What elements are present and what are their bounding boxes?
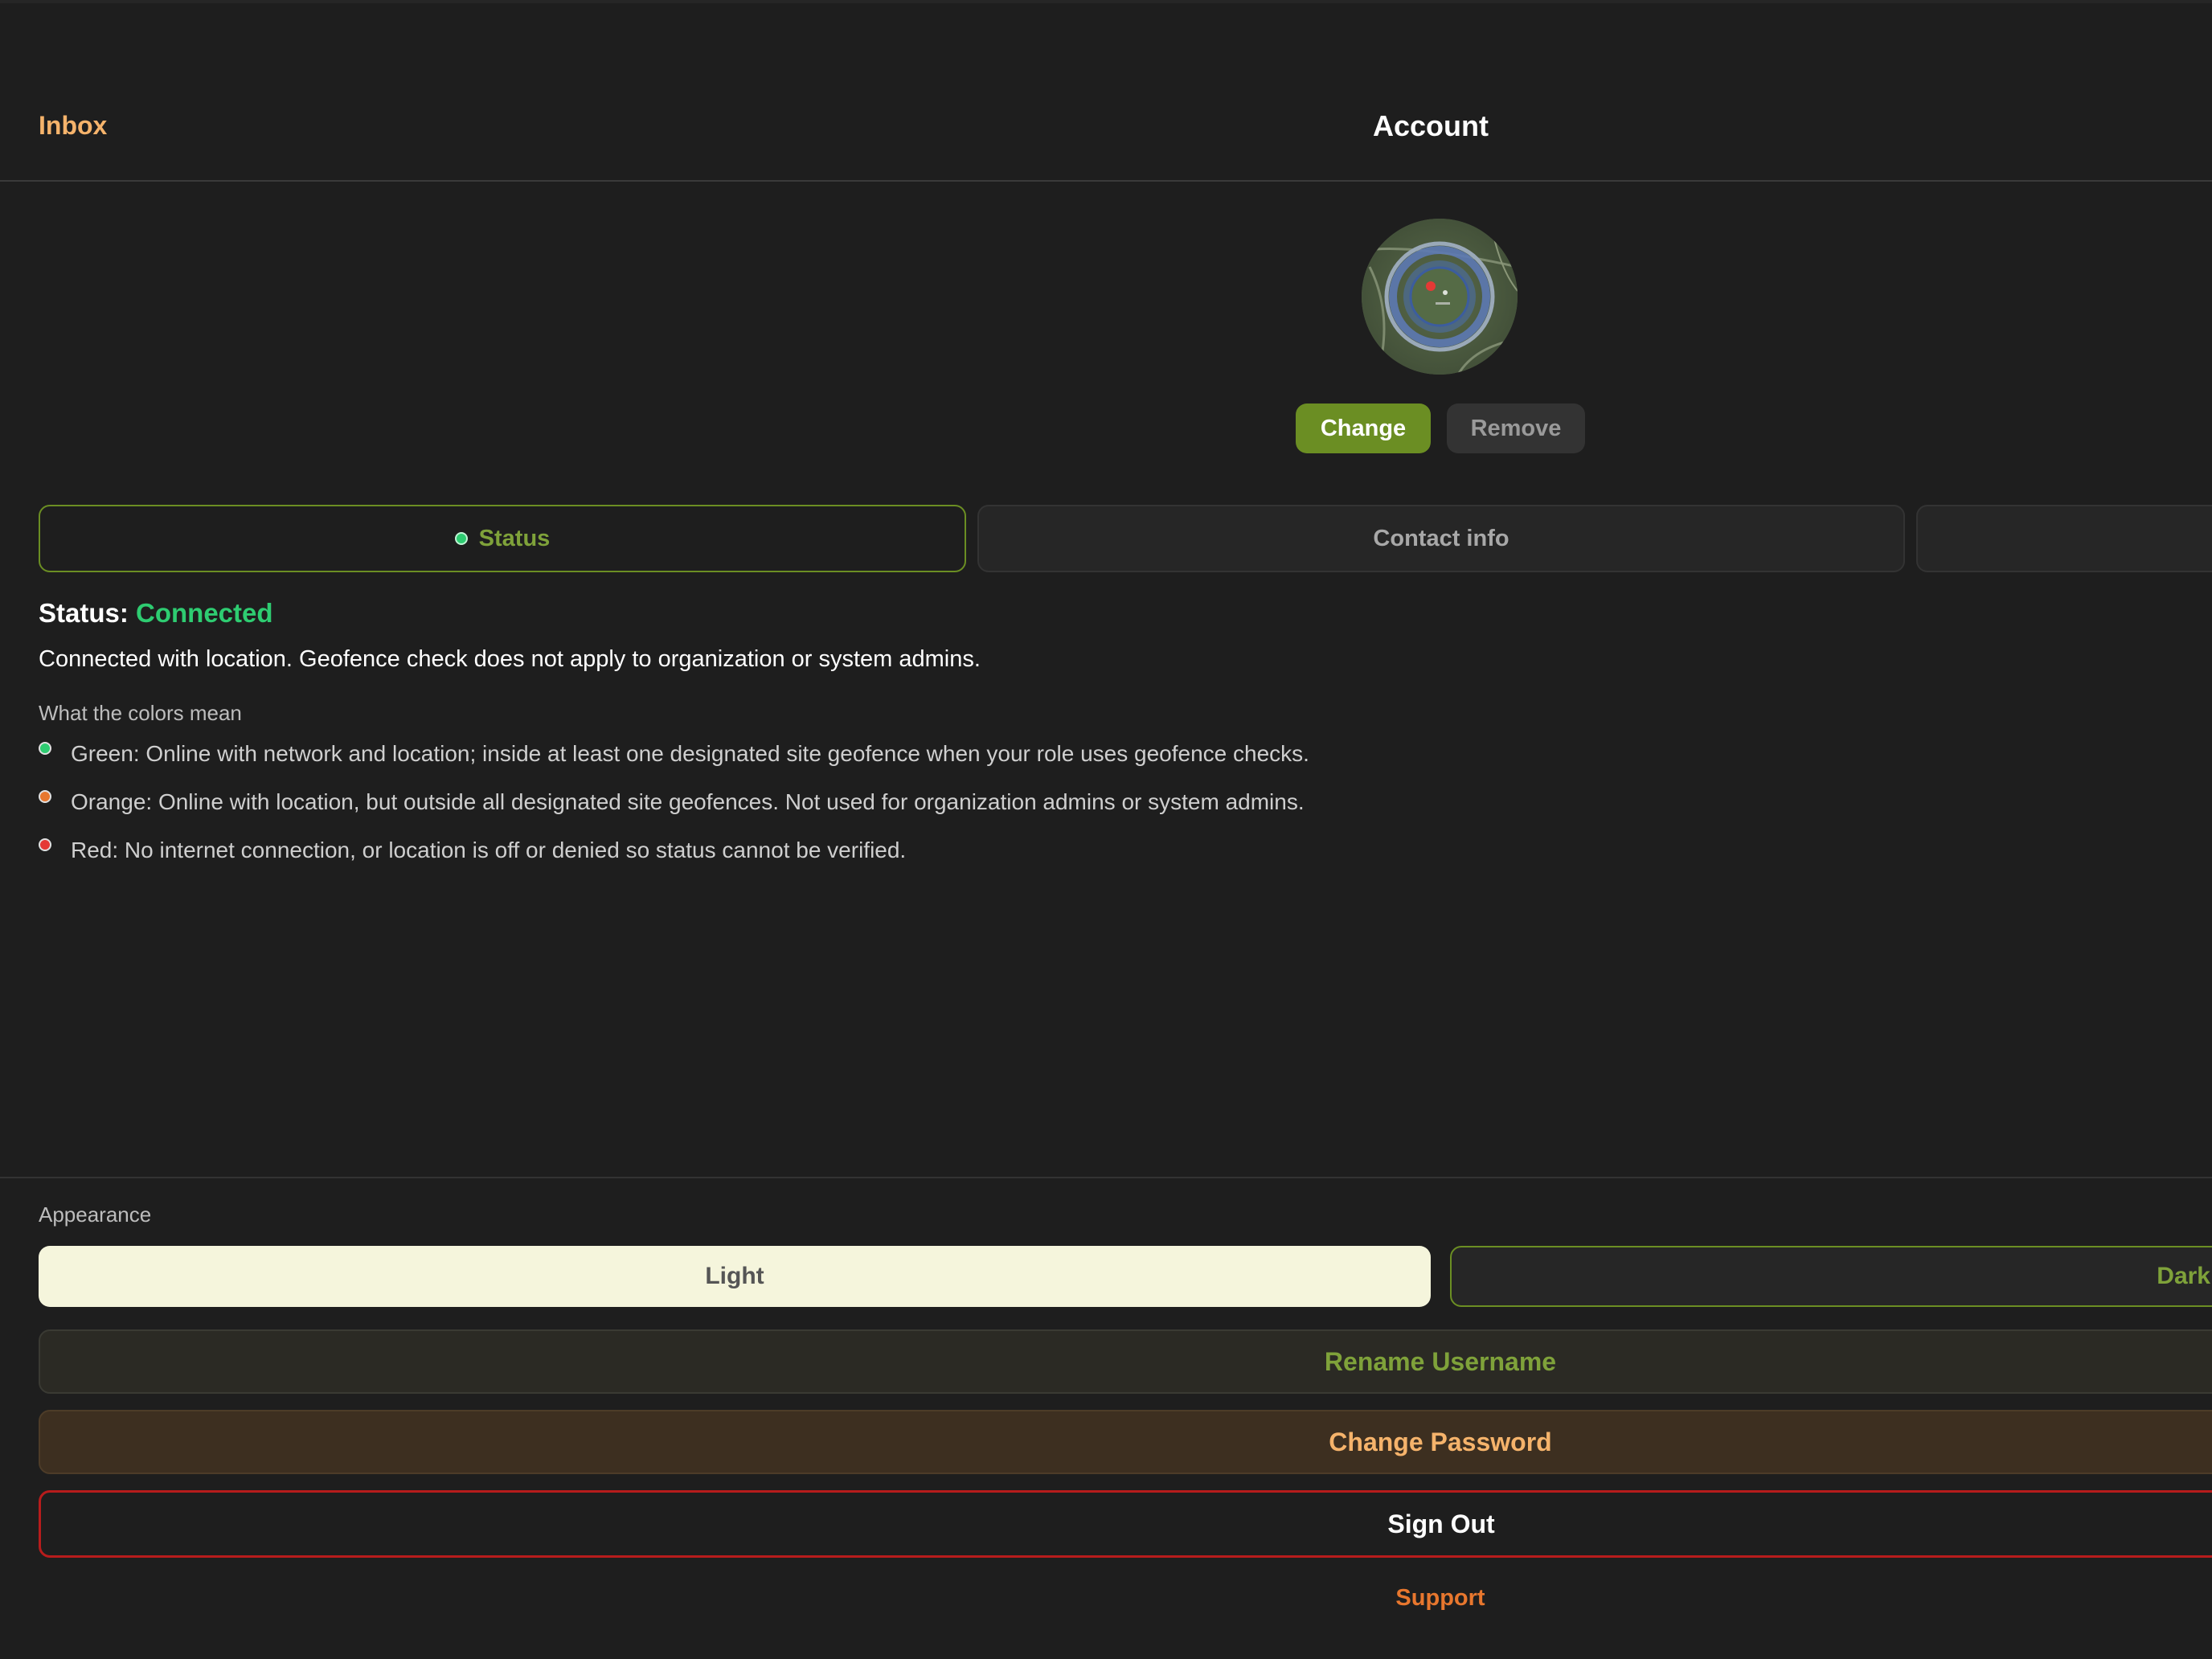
legend-item: Orange: Online with location, but outsid… <box>39 789 1305 815</box>
change-password-label: Change Password <box>1329 1427 1552 1456</box>
appearance-label: Appearance <box>39 1202 152 1227</box>
legend-item: Red: No internet connection, or location… <box>39 838 906 863</box>
status-value: Connected <box>136 598 273 628</box>
change-password-button[interactable]: Change Password <box>39 1410 2212 1474</box>
section-divider <box>0 1177 2212 1178</box>
tab-status-label: Status <box>478 525 551 551</box>
red-dot-icon <box>39 838 51 851</box>
change-avatar-button[interactable]: Change <box>1296 403 1431 453</box>
status-line: Status: Connected <box>39 598 273 629</box>
avatar <box>1362 219 1518 375</box>
tab-status[interactable]: Status <box>39 505 966 572</box>
status-dot-icon <box>454 532 468 545</box>
tab-contact-info-label: Contact info <box>1373 525 1509 551</box>
sign-out-button[interactable]: Sign Out <box>39 1490 2212 1558</box>
status-prefix: Status: <box>39 598 129 628</box>
legend-item-text: Red: No internet connection, or location… <box>71 838 907 862</box>
green-dot-icon <box>39 742 51 755</box>
orange-dot-icon <box>39 790 51 803</box>
inbox-back-link[interactable]: Inbox <box>39 111 107 141</box>
legend-item-text: Orange: Online with location, but outsid… <box>71 789 1305 814</box>
support-link[interactable]: Support <box>1280 1585 1601 1612</box>
legend-item-text: Green: Online with network and location;… <box>71 741 1309 766</box>
legend-item: Green: Online with network and location;… <box>39 741 1309 767</box>
status-description: Connected with location. Geofence check … <box>39 646 981 672</box>
theme-dark-button[interactable]: Dark <box>1450 1246 2212 1307</box>
sign-out-label: Sign Out <box>1387 1509 1495 1538</box>
rename-username-label: Rename Username <box>1324 1346 1557 1376</box>
tab-overflow[interactable] <box>1916 505 2212 572</box>
page-title: Account <box>1373 109 1489 142</box>
avatar-map-image <box>1362 219 1518 375</box>
remove-avatar-button[interactable]: Remove <box>1447 403 1585 453</box>
theme-light-button[interactable]: Light <box>39 1246 1431 1307</box>
account-page: Inbox Account Change Remove Status Conta… <box>0 0 2212 1659</box>
legend-title: What the colors mean <box>39 701 242 725</box>
rename-username-button[interactable]: Rename Username <box>39 1329 2212 1394</box>
tab-contact-info[interactable]: Contact info <box>977 505 1905 572</box>
nav-header: Inbox Account <box>0 0 2212 182</box>
